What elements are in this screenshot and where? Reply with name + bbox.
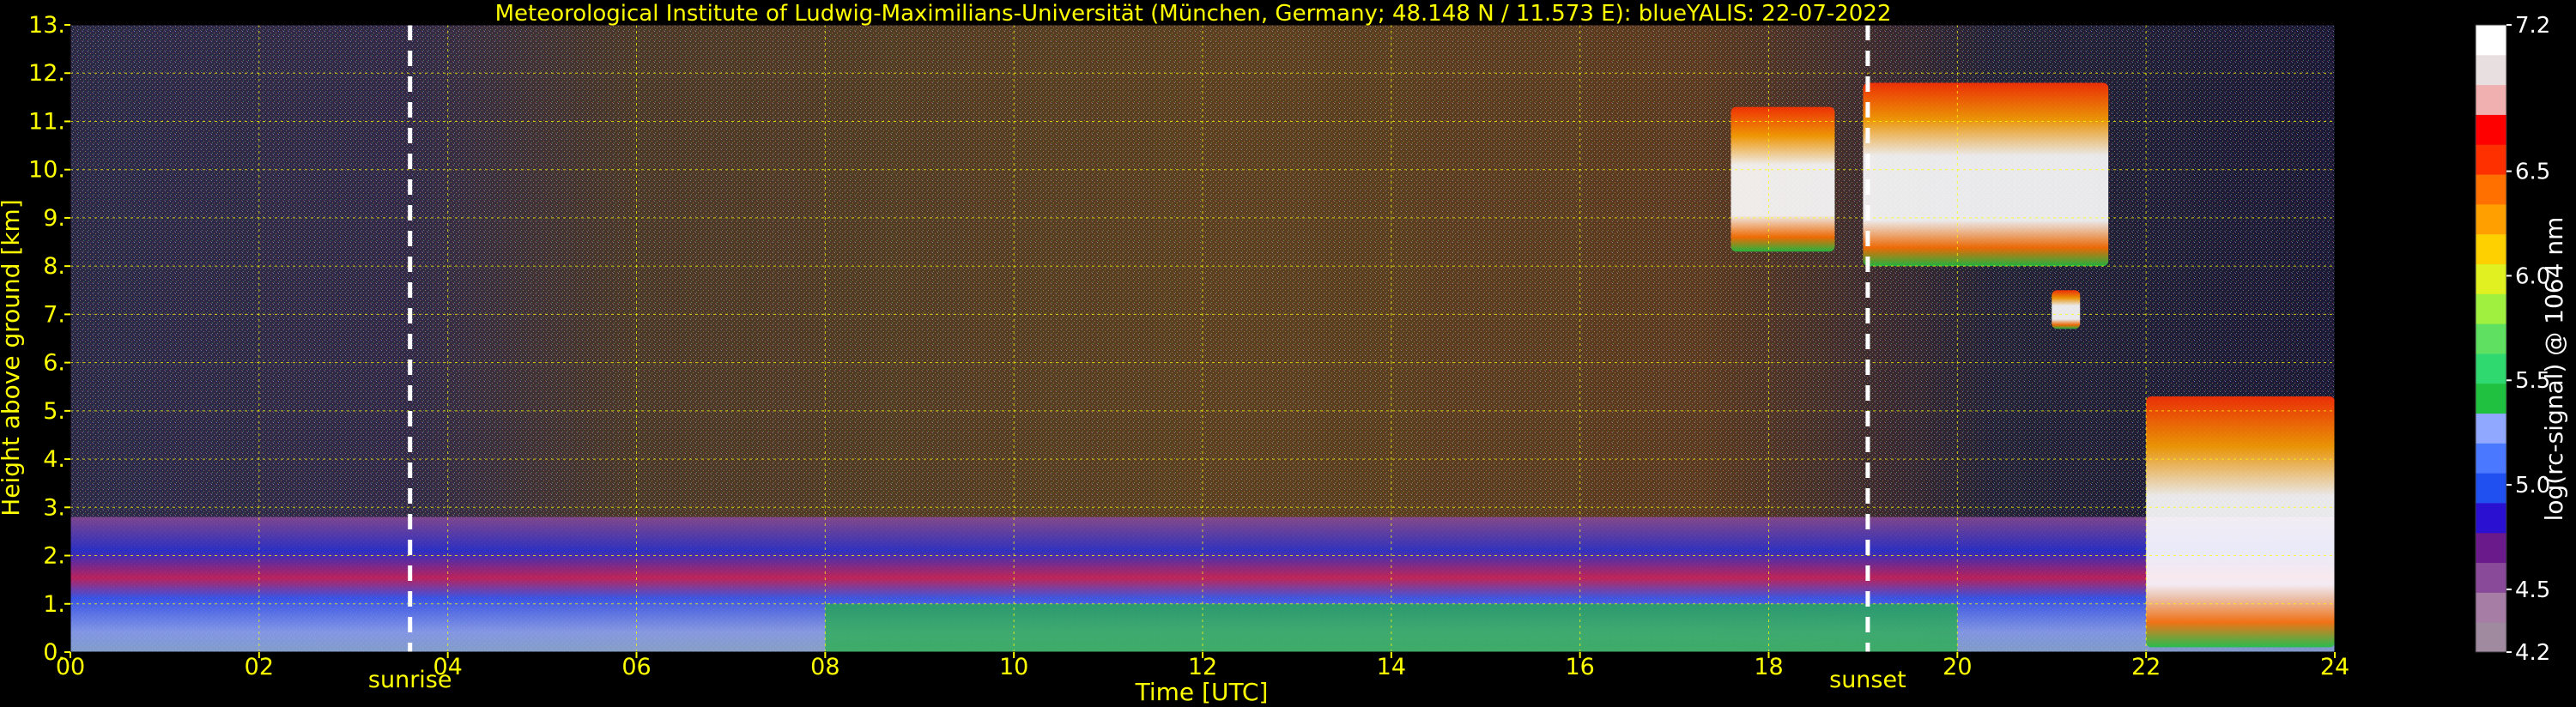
layer-cirrus-cloud <box>1730 106 1835 252</box>
layer-low-cloud <box>2146 396 2335 648</box>
x-tick-label: 20 <box>1943 654 1972 680</box>
x-tick-label: 12 <box>1188 654 1217 680</box>
colorbar-segment <box>2476 203 2506 235</box>
sunset-label: sunset <box>1829 667 1906 693</box>
lidar-chart: sunrise sunset 00 02 04 06 08 10 12 14 16 18 20 22 24… <box>0 1 2568 706</box>
colorbar-segment <box>2476 293 2506 324</box>
colorbar-segment <box>2476 144 2506 175</box>
x-tick-label: 08 <box>810 654 839 680</box>
colorbar-segment <box>2476 562 2506 593</box>
chart-title: Meteorological Institute of Ludwig-Maxim… <box>495 1 1892 27</box>
y-tick-label: 6. <box>43 350 65 377</box>
x-tick-label: 16 <box>1565 654 1594 680</box>
colorbar-segment <box>2476 473 2506 504</box>
colorbar-segment <box>2476 532 2506 564</box>
y-tick-label: 2. <box>43 543 65 570</box>
y-tick-label: 9. <box>43 205 65 232</box>
y-tick-label: 11. <box>28 108 65 135</box>
x-tick-label: 22 <box>2131 654 2161 680</box>
colorbar-segment <box>2476 263 2506 294</box>
colorbar-tick-label: 7.2 <box>2515 13 2550 39</box>
x-tick-label: 04 <box>433 654 462 680</box>
x-axis-label: Time [UTC] <box>1135 678 1269 706</box>
layer-cirrus-cloud <box>1863 82 2109 267</box>
colorbar-tick-label: 4.5 <box>2515 577 2550 603</box>
x-tick-label: 06 <box>621 654 651 680</box>
layer-mid-level-cloud <box>2052 290 2081 329</box>
y-tick-label: 8. <box>43 253 65 280</box>
y-tick-label: 5. <box>43 398 65 425</box>
x-tick-label: 24 <box>2320 654 2349 680</box>
y-tick-label: 12. <box>28 60 65 87</box>
y-tick-label: 4. <box>43 446 65 473</box>
colorbar-segment <box>2476 622 2506 653</box>
y-tick-label: 13. <box>28 12 65 39</box>
colorbar-segment <box>2476 233 2506 264</box>
y-tick-label: 10. <box>28 157 65 184</box>
colorbar-segment <box>2476 383 2506 414</box>
colorbar-label: log(rc-signal) @ 1064 nm <box>2540 217 2568 522</box>
x-tick-label: 02 <box>245 654 274 680</box>
x-tick-label: 10 <box>999 654 1028 680</box>
colorbar-tick-label: 6.5 <box>2515 160 2550 185</box>
y-tick-label: 7. <box>43 301 65 328</box>
colorbar-segment <box>2476 592 2506 623</box>
colorbar-segment <box>2476 25 2506 56</box>
colorbar-tick-label: 4.2 <box>2515 640 2550 666</box>
x-tick-label: 18 <box>1754 654 1783 680</box>
x-tick-label: 14 <box>1377 654 1406 680</box>
colorbar-segment <box>2476 443 2506 474</box>
colorbar-segment <box>2476 174 2506 205</box>
colorbar-segment <box>2476 54 2506 86</box>
y-tick-label: 1. <box>43 591 65 618</box>
y-tick-label: 3. <box>43 494 65 521</box>
colorbar-segment <box>2476 353 2506 384</box>
colorbar-segment <box>2476 114 2506 145</box>
y-tick-label: 0. <box>43 639 65 666</box>
colorbar-segment <box>2476 413 2506 444</box>
colorbar-segment <box>2476 323 2506 354</box>
colorbar-segment <box>2476 502 2506 534</box>
y-axis-label: Height above ground [km] <box>0 199 25 517</box>
colorbar-segment <box>2476 84 2506 115</box>
